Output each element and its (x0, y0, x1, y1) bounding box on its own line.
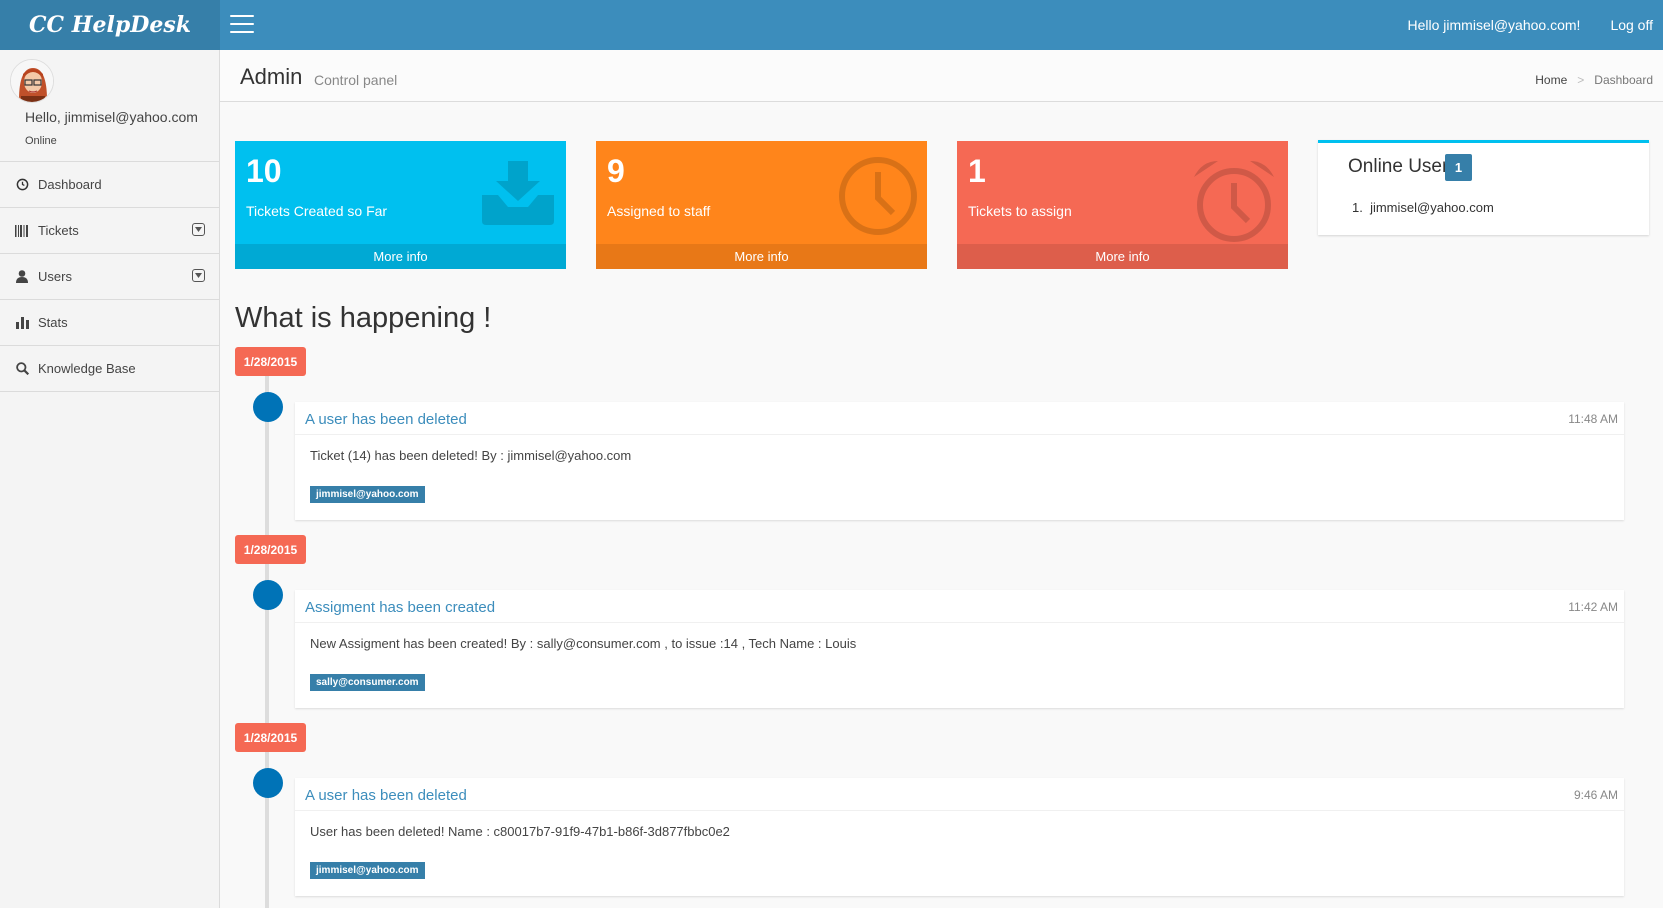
sidebar-item-users[interactable]: Users (0, 254, 219, 300)
chevron-down-icon[interactable] (192, 223, 205, 236)
box-number: 9 (607, 153, 625, 189)
content-header: Admin Control panel Home > Dashboard (220, 50, 1663, 102)
timeline-dot (253, 392, 283, 422)
sidebar-item-label: Dashboard (38, 177, 102, 192)
user-tag[interactable]: jimmisel@yahoo.com (310, 862, 425, 879)
sidebar-item-label: Tickets (38, 223, 79, 238)
timeline-item-header: A user has been deleted 11:48 AM (295, 402, 1624, 435)
alarm-clock-icon (1188, 155, 1280, 252)
avatar (10, 59, 54, 103)
sidebar-toggle-icon[interactable] (230, 15, 254, 35)
timeline-item-header: A user has been deleted 9:46 AM (295, 778, 1624, 811)
online-count-badge: 1 (1445, 154, 1472, 181)
sidebar-item-dashboard[interactable]: Dashboard (0, 162, 219, 208)
timeline-line (265, 370, 269, 908)
online-status: Online (25, 135, 57, 147)
user-tag[interactable]: sally@consumer.com (310, 674, 425, 691)
logoff-link[interactable]: Log off (1610, 17, 1653, 33)
more-info-link[interactable]: More info (235, 244, 566, 269)
timeline-date-label: 1/28/2015 (235, 723, 306, 752)
top-navbar: CC HelpDesk Hello jimmisel@yahoo.com! Lo… (0, 0, 1663, 50)
timeline-item-body: User has been deleted! Name : c80017b7-9… (310, 824, 730, 839)
sidebar-item-label: Users (38, 269, 72, 284)
sidebar-item-knowledge-base[interactable]: Knowledge Base (0, 346, 219, 392)
sidebar-item-label: Stats (38, 315, 68, 330)
user-tag[interactable]: jimmisel@yahoo.com (310, 486, 425, 503)
timeline-item-header: Assigment has been created 11:42 AM (295, 590, 1624, 623)
download-tray-icon (478, 155, 558, 230)
timeline-item-title[interactable]: A user has been deleted (305, 411, 467, 428)
user-icon (14, 269, 30, 285)
app-logo[interactable]: CC HelpDesk (0, 0, 220, 50)
assigned-to-staff-box: 9 Assigned to staff More info (596, 141, 927, 269)
bar-chart-icon (14, 315, 30, 331)
chevron-down-icon[interactable] (192, 269, 205, 282)
search-icon (14, 361, 30, 377)
box-number: 10 (246, 153, 282, 189)
breadcrumb: Home > Dashboard (1535, 73, 1653, 87)
tickets-created-box: 10 Tickets Created so Far More info (235, 141, 566, 269)
breadcrumb-home-link[interactable]: Home (1535, 73, 1567, 87)
sidebar-item-stats[interactable]: Stats (0, 300, 219, 346)
user-panel: Hello, jimmisel@yahoo.com Online (0, 50, 219, 162)
sidebar-user-greeting: Hello, jimmisel@yahoo.com (25, 109, 198, 125)
box-label: Tickets to assign (968, 203, 1072, 219)
timeline-item: A user has been deleted 9:46 AM User has… (295, 778, 1624, 896)
timeline-item-time: 11:42 AM (1568, 600, 1618, 614)
timeline-item-title[interactable]: Assigment has been created (305, 599, 495, 616)
timeline-item: A user has been deleted 11:48 AM Ticket … (295, 402, 1624, 520)
sidebar: Hello, jimmisel@yahoo.com Online Dashboa… (0, 50, 220, 908)
more-info-link[interactable]: More info (596, 244, 927, 269)
timeline-date-label: 1/28/2015 (235, 535, 306, 564)
user-greeting-link[interactable]: Hello jimmisel@yahoo.com! (1408, 17, 1581, 33)
box-number: 1 (968, 153, 986, 189)
online-users-title: Online User (1348, 156, 1449, 177)
clock-icon (837, 155, 919, 242)
sidebar-item-label: Knowledge Base (38, 361, 136, 376)
timeline-item-body: Ticket (14) has been deleted! By : jimmi… (310, 448, 632, 463)
page-title: Admin (240, 64, 303, 89)
list-item: 1. jimmisel@yahoo.com (1352, 200, 1494, 215)
timeline-item: Assigment has been created 11:42 AM New … (295, 590, 1624, 708)
timeline-date-label: 1/28/2015 (235, 347, 306, 376)
box-label: Assigned to staff (607, 203, 711, 219)
clock-icon (14, 177, 30, 193)
barcode-icon (14, 223, 30, 239)
timeline-title: What is happening ! (235, 302, 492, 334)
timeline-item-time: 9:46 AM (1573, 788, 1618, 802)
timeline-item-title[interactable]: A user has been deleted (305, 787, 467, 804)
tickets-to-assign-box: 1 Tickets to assign More info (957, 141, 1288, 269)
timeline-dot (253, 768, 283, 798)
navbar-right: Hello jimmisel@yahoo.com! Log off (1408, 0, 1663, 50)
more-info-link[interactable]: More info (957, 244, 1288, 269)
sidebar-item-tickets[interactable]: Tickets (0, 208, 219, 254)
timeline-item-body: New Assigment has been created! By : sal… (310, 636, 857, 651)
online-user-list: 1. jimmisel@yahoo.com (1352, 200, 1494, 215)
breadcrumb-current: Dashboard (1594, 73, 1653, 87)
online-users-box: Online User 1 1. jimmisel@yahoo.com (1318, 140, 1649, 235)
page-subtitle: Control panel (314, 72, 398, 88)
timeline-item-time: 11:48 AM (1568, 412, 1618, 426)
breadcrumb-separator: > (1577, 73, 1585, 87)
box-label: Tickets Created so Far (246, 203, 388, 219)
timeline-dot (253, 580, 283, 610)
